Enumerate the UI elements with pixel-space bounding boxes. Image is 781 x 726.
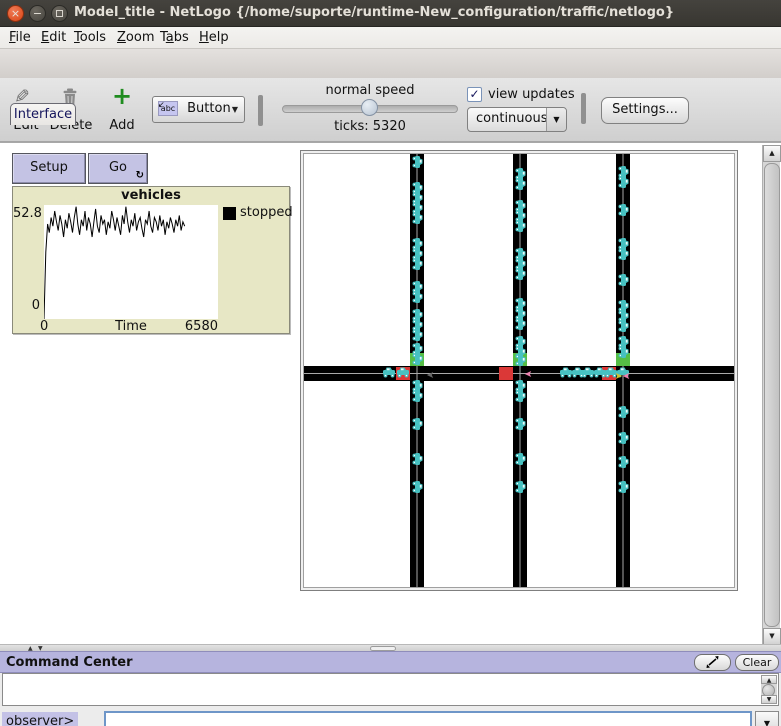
cursor-icon: ↙ [158,100,165,109]
scroll-up-icon[interactable]: ▲ [763,145,781,162]
traffic-simulation [304,154,734,587]
scroll-down-icon[interactable]: ▼ [763,628,781,645]
update-mode-value: continuous [476,111,548,126]
plot-title: vehicles [121,188,181,203]
menu-edit[interactable]: Edit [41,30,66,45]
world-view[interactable] [300,150,738,591]
menu-tools[interactable]: Tools [74,30,106,45]
add-button[interactable]: Add [104,118,140,133]
forever-icon: ↻ [135,170,144,181]
command-center-title: Command Center [6,655,133,670]
plot-area [43,205,218,320]
vehicles-plot: vehicles 52.8 0 0 Time 6580 stopped [12,186,293,334]
button-widget-icon: ↙ abc [158,100,178,116]
scrollbar-thumb[interactable] [764,163,780,627]
chevron-down-icon: ▼ [546,108,566,131]
maximize-icon[interactable] [51,5,68,22]
chevron-down-icon: ▼ [231,105,238,114]
clear-button[interactable]: Clear [735,654,779,671]
menu-help[interactable]: Help [199,30,229,45]
scroll-up-icon[interactable]: ▲ [761,675,777,684]
view-updates-label: view updates [488,87,575,102]
window-title: Model_title - NetLogo {/home/suporte/run… [74,5,675,20]
expand-button[interactable] [694,654,731,671]
settings-button[interactable]: Settings... [601,97,689,124]
history-dropdown-icon[interactable]: ▼ [755,711,779,726]
toolbar-separator [258,95,263,126]
world-view-canvas[interactable] [303,153,735,588]
observer-prompt: observer> [2,712,79,726]
titlebar: × − Model_title - NetLogo {/home/suporte… [0,0,781,27]
plot-ymin-label: 0 [31,298,40,313]
menu-tabs[interactable]: Tabs [160,30,189,45]
widget-type-value: Button [187,101,231,116]
menubar: File Edit Tools Zoom Tabs Help [0,27,781,49]
add-plus-icon[interactable]: + [112,82,132,110]
menu-file[interactable]: File [9,30,31,45]
tab-interface[interactable]: Interface [10,103,76,125]
setup-button[interactable]: Setup [12,153,86,184]
observer-row: observer> ▼ [0,707,781,726]
menu-zoom[interactable]: Zoom [117,30,154,45]
scroll-down-icon[interactable]: ▼ [761,695,777,704]
plot-xmax-label: 6580 [184,319,218,334]
interface-vertical-scrollbar[interactable]: ▲ ▼ [762,145,781,645]
netlogo-window: × − Model_title - NetLogo {/home/suporte… [0,0,781,726]
speed-slider-thumb[interactable] [361,99,378,116]
plot-ymax-label: 52.8 [13,206,42,221]
speed-slider-label: normal speed [325,83,415,98]
legend-swatch-stopped [223,207,236,220]
update-mode-dropdown[interactable]: continuous ▼ [467,107,567,132]
go-button[interactable]: Go ↻ [88,153,148,184]
ticks-counter: ticks: 5320 [334,119,406,134]
command-center-splitter[interactable]: ▲ ▼ [0,644,781,652]
close-icon[interactable]: × [7,5,24,22]
expand-arrows-icon [706,656,719,668]
command-center-header: Command Center Clear [0,651,781,673]
output-scrollbar[interactable]: ▲ ▼ [761,675,777,704]
plot-line-chart [43,206,186,320]
toolbar-separator [581,93,586,124]
legend-label: stopped [240,205,293,220]
minimize-icon[interactable]: − [29,5,46,22]
widget-type-dropdown[interactable]: ↙ abc Button ▼ [152,96,245,123]
interface-panel: Setup Go ↻ vehicles 52.8 0 0 Time 6580 s… [0,142,781,645]
toolbar: ✎ Edit Delete + Add ↙ abc Button ▼ normal… [0,78,781,142]
view-updates-checkbox[interactable]: ✓ [467,87,482,102]
tab-strip: Interface Info Code [0,49,781,127]
command-input[interactable] [104,711,752,726]
command-center-output[interactable]: ▲ ▼ [2,673,779,706]
